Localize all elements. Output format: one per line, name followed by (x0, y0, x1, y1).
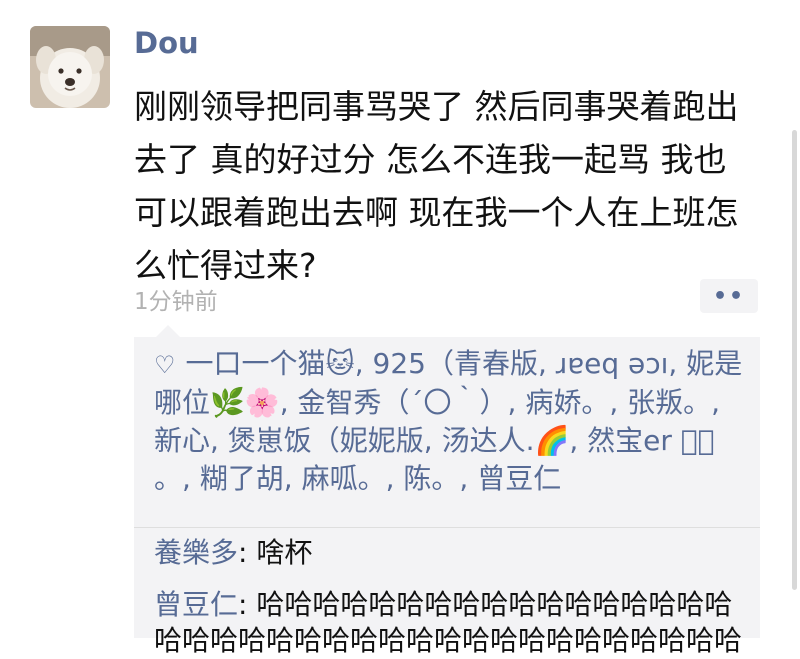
post-content: 刚刚领导把同事骂哭了 然后同事哭着跑出去了 真的好过分 怎么不连我一起骂 我也可… (134, 87, 739, 285)
more-button[interactable]: •• (700, 279, 758, 313)
heart-outline-icon: ♡ (154, 351, 176, 379)
more-dots-icon: •• (712, 283, 746, 309)
comment-item[interactable]: 養樂多: 啥杯 (154, 535, 750, 571)
divider (134, 527, 760, 528)
dog-avatar-image (30, 26, 110, 108)
scrollbar[interactable] (792, 130, 797, 590)
likes-text[interactable]: 一口一个猫🐱, 925（青春版, ɹɐeq ǝɔı, 妮是哪位🌿🌸, 金智秀（´… (154, 347, 742, 495)
avatar[interactable] (30, 26, 110, 108)
comment-separator: : (238, 588, 257, 621)
comment-text: 啥杯 (256, 536, 313, 569)
comment-separator: : (238, 536, 257, 569)
post-time: 1分钟前 (134, 289, 218, 315)
comment-author[interactable]: 養樂多 (154, 536, 238, 569)
likes-list: ♡ 一口一个猫🐱, 925（青春版, ɹɐeq ǝɔı, 妮是哪位🌿🌸, 金智秀（… (154, 345, 750, 498)
panel-caret (156, 325, 180, 337)
comment-item[interactable]: 曾豆仁: 哈哈哈哈哈哈哈哈哈哈哈哈哈哈哈哈哈哈哈哈哈哈哈哈哈哈哈哈哈哈哈哈哈哈哈… (154, 587, 750, 659)
feedback-panel: ♡ 一口一个猫🐱, 925（青春版, ɹɐeq ǝɔı, 妮是哪位🌿🌸, 金智秀（… (134, 325, 760, 657)
post-username[interactable]: Dou (134, 26, 199, 60)
comment-author[interactable]: 曾豆仁 (154, 588, 238, 621)
